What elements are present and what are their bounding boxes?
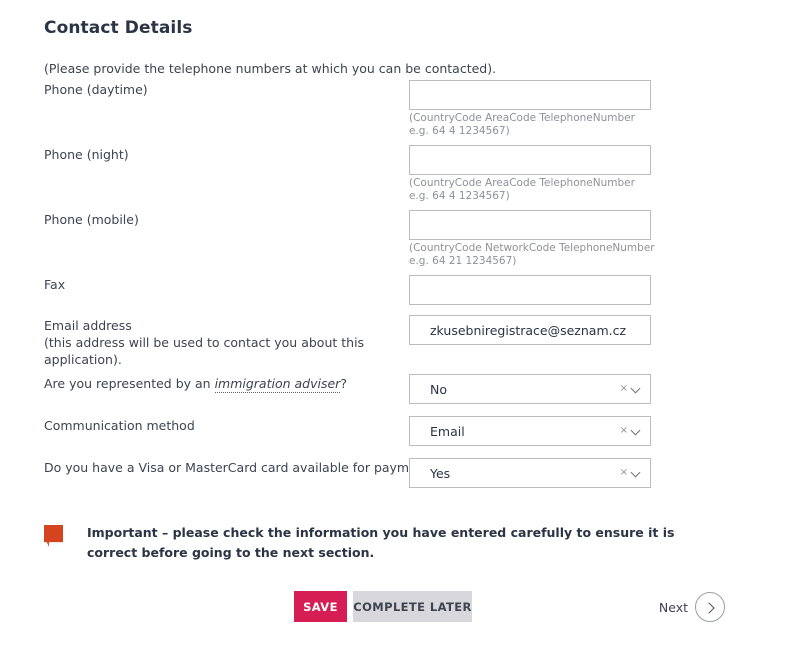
chevron-down-icon[interactable] xyxy=(631,469,640,478)
card-payment-select-icons: × xyxy=(620,468,650,478)
immigration-adviser-value: No xyxy=(430,381,447,397)
intro-text: (Please provide the telephone numbers at… xyxy=(44,61,497,76)
label-communication-method: Communication method xyxy=(44,418,195,433)
chevron-down-icon[interactable] xyxy=(631,427,640,436)
immigration-adviser-link[interactable]: immigration adviser xyxy=(214,376,341,393)
page-title: Contact Details xyxy=(44,18,193,38)
label-phone-mobile: Phone (mobile) xyxy=(44,212,139,227)
complete-later-button[interactable]: COMPLETE LATER xyxy=(353,591,472,622)
label-phone-daytime: Phone (daytime) xyxy=(44,82,148,97)
immigration-adviser-select-icons: × xyxy=(620,384,650,394)
communication-method-value: Email xyxy=(430,423,465,439)
label-card-payment: Do you have a Visa or MasterCard card av… xyxy=(44,460,437,475)
phone-daytime-input[interactable] xyxy=(409,80,651,110)
label-immigration-adviser-prefix: Are you represented by an xyxy=(44,376,215,391)
save-button[interactable]: SAVE xyxy=(294,591,347,622)
chevron-down-icon[interactable] xyxy=(631,385,640,394)
communication-method-select-icons: × xyxy=(620,426,650,436)
next-circle[interactable] xyxy=(695,592,725,622)
clear-icon[interactable]: × xyxy=(620,426,628,436)
hint-phone-night: (CountryCode AreaCode TelephoneNumber e.… xyxy=(409,177,635,202)
flag-icon xyxy=(44,525,63,547)
label-immigration-adviser-suffix: ? xyxy=(340,376,347,391)
important-notice: Important – please check the information… xyxy=(44,523,734,563)
next-button[interactable]: Next xyxy=(659,592,725,622)
communication-method-select[interactable]: Email × xyxy=(409,416,651,446)
clear-icon[interactable]: × xyxy=(620,468,628,478)
important-notice-text: Important – please check the information… xyxy=(87,525,675,560)
immigration-adviser-select[interactable]: No × xyxy=(409,374,651,404)
label-phone-night: Phone (night) xyxy=(44,147,129,162)
fax-input[interactable] xyxy=(409,275,651,305)
chevron-right-icon xyxy=(704,602,714,612)
phone-mobile-input[interactable] xyxy=(409,210,651,240)
email-input[interactable] xyxy=(409,315,651,345)
hint-phone-mobile: (CountryCode NetworkCode TelephoneNumber… xyxy=(409,242,655,267)
label-immigration-adviser: Are you represented by an immigration ad… xyxy=(44,375,347,393)
label-email: Email address (this address will be used… xyxy=(44,318,365,367)
hint-phone-daytime: (CountryCode AreaCode TelephoneNumber e.… xyxy=(409,112,635,137)
phone-night-input[interactable] xyxy=(409,145,651,175)
clear-icon[interactable]: × xyxy=(620,384,628,394)
card-payment-value: Yes xyxy=(430,465,451,481)
contact-details-page: Contact Details (Please provide the tele… xyxy=(0,0,787,659)
next-label: Next xyxy=(658,599,688,615)
label-fax: Fax xyxy=(44,277,66,292)
card-payment-select[interactable]: Yes × xyxy=(409,458,651,488)
